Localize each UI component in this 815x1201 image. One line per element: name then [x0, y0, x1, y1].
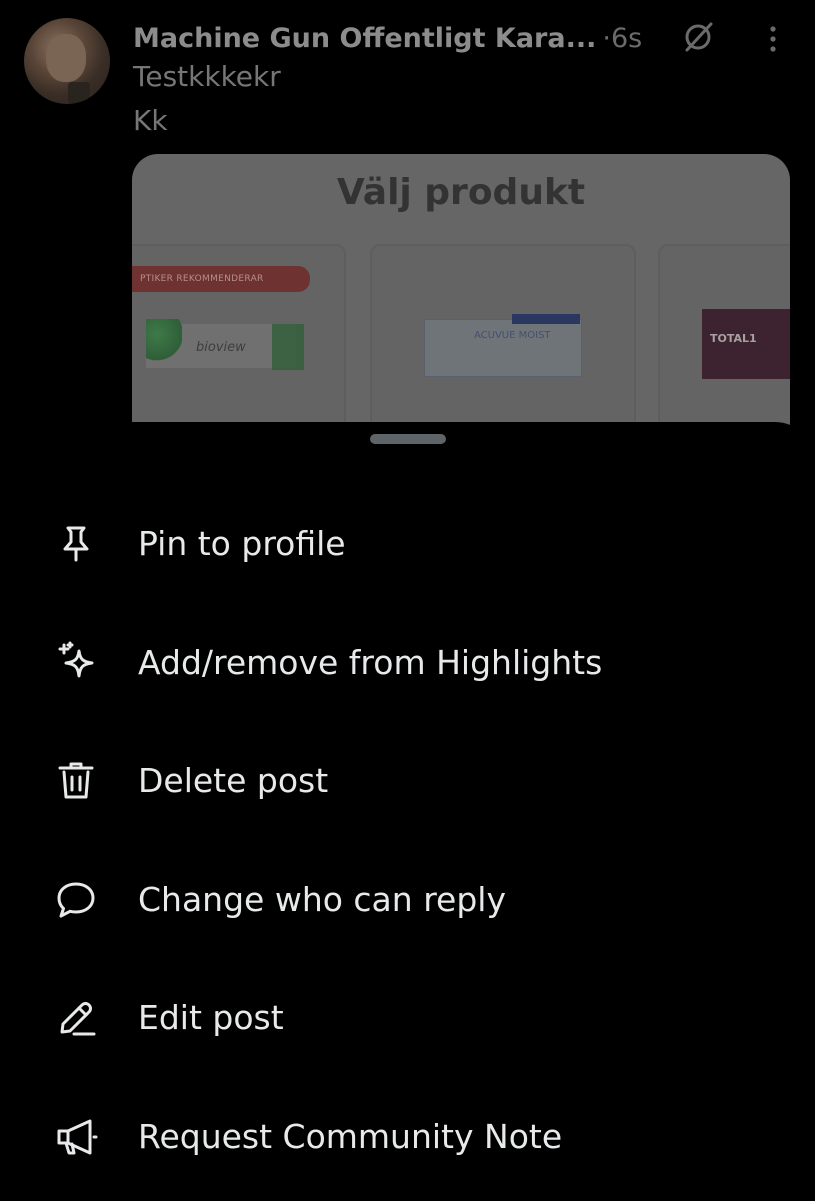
- menu-item-label: Edit post: [138, 998, 284, 1038]
- product-name: bioview: [196, 340, 246, 355]
- menu-item-edit-post[interactable]: Edit post: [0, 964, 815, 1083]
- sheet-drag-handle[interactable]: [370, 434, 446, 444]
- author-name[interactable]: Machine Gun Offentligt Kara...: [133, 23, 596, 54]
- more-options-icon[interactable]: [761, 22, 785, 56]
- post-preview: Machine Gun Offentligt Kara... ·6s Testk…: [0, 0, 815, 440]
- product-box-lid: [512, 314, 580, 324]
- post-options-sheet: Pin to profile Add/remove from Highlight…: [0, 422, 815, 1200]
- decor-shape: [272, 324, 304, 370]
- grok-icon[interactable]: [681, 20, 715, 54]
- recommend-badge: PTIKER REKOMMENDERAR: [132, 266, 310, 292]
- product-name: TOTAL1: [710, 332, 757, 345]
- pin-icon: [54, 522, 98, 566]
- avatar[interactable]: [24, 18, 110, 104]
- menu-item-community-note[interactable]: Request Community Note: [0, 1083, 815, 1201]
- post-handle: Testkkkekr: [133, 60, 281, 93]
- sparkle-icon: [54, 641, 98, 685]
- menu-item-label: Change who can reply: [138, 880, 506, 920]
- menu-item-label: Pin to profile: [138, 524, 346, 564]
- menu-item-label: Request Community Note: [138, 1117, 562, 1157]
- product-box: [424, 319, 582, 377]
- options-menu: Pin to profile Add/remove from Highlight…: [0, 490, 815, 1201]
- menu-item-delete-post[interactable]: Delete post: [0, 727, 815, 846]
- decor-shape: [146, 319, 182, 369]
- media-title: Välj produkt: [132, 172, 790, 213]
- post-header: Machine Gun Offentligt Kara... ·6s: [133, 18, 793, 58]
- menu-item-highlights[interactable]: Add/remove from Highlights: [0, 609, 815, 728]
- menu-item-label: Delete post: [138, 761, 328, 801]
- menu-item-pin-to-profile[interactable]: Pin to profile: [0, 490, 815, 609]
- menu-item-label: Add/remove from Highlights: [138, 643, 602, 683]
- post-text: Kk: [133, 104, 168, 137]
- megaphone-icon: [54, 1115, 98, 1159]
- post-time: ·6s: [602, 23, 642, 54]
- post-media-image[interactable]: Välj produkt PTIKER REKOMMENDERAR biovie…: [132, 154, 790, 444]
- product-name: ACUVUE MOIST: [474, 330, 551, 341]
- speech-bubble-icon: [54, 878, 98, 922]
- trash-icon: [54, 759, 98, 803]
- menu-item-change-reply[interactable]: Change who can reply: [0, 846, 815, 965]
- pencil-icon: [54, 996, 98, 1040]
